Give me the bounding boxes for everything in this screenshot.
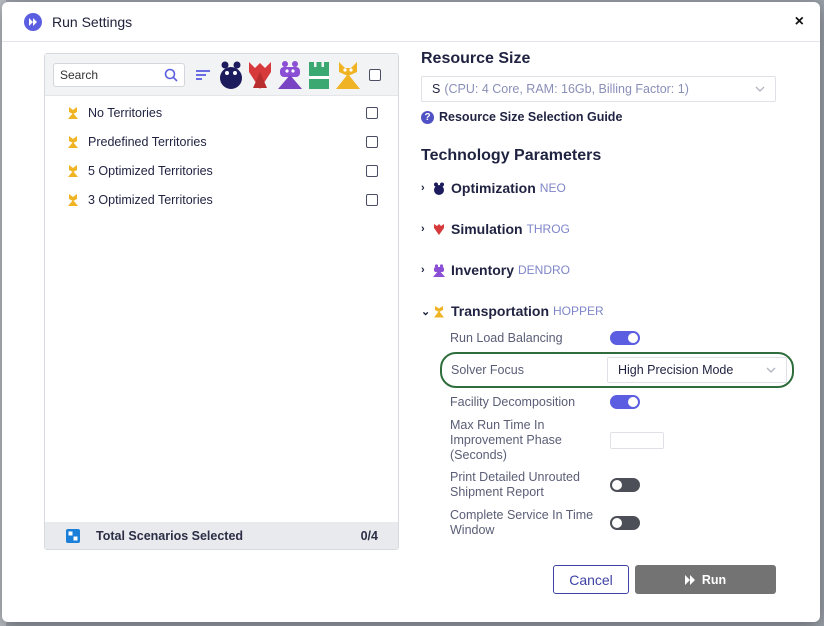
search-box[interactable]	[53, 62, 185, 87]
scenario-checkbox[interactable]	[366, 164, 378, 177]
scenario-toolbar	[45, 54, 398, 96]
print-unrouted-toggle[interactable]	[610, 478, 640, 492]
resource-guide-label: Resource Size Selection Guide	[439, 110, 623, 124]
run-load-balancing-toggle[interactable]	[610, 331, 640, 345]
toggle-knob	[612, 480, 622, 490]
neo-icon	[434, 182, 444, 195]
resource-guide-link[interactable]: ? Resource Size Selection Guide	[421, 110, 776, 124]
scenario-checkbox[interactable]	[366, 135, 378, 148]
scenario-label: No Territories	[88, 105, 163, 120]
search-input[interactable]	[60, 67, 160, 82]
setting-facility-decomposition: Facility Decomposition	[421, 392, 776, 412]
setting-label: Run Load Balancing	[450, 330, 563, 345]
scenarios-icon	[66, 528, 80, 543]
scenario-label: 3 Optimized Territories	[88, 192, 213, 207]
param-name: Optimization	[451, 180, 536, 196]
setting-label: Max Run Time In Improvement Phase (Secon…	[450, 417, 562, 462]
scenario-panel: No Territories Predefined Territories 5 …	[44, 53, 399, 550]
run-button[interactable]: Run	[635, 565, 776, 594]
param-engine: HOPPER	[553, 304, 604, 318]
param-name: Inventory	[451, 262, 515, 278]
setting-label: Print Detailed Unrouted Shipment Report	[450, 470, 580, 499]
resource-size-title: Resource Size	[421, 50, 531, 67]
setting-print-unrouted: Print Detailed Unrouted Shipment Report	[421, 469, 776, 501]
chevron-right-icon: ›	[421, 264, 425, 276]
chevron-down-icon	[766, 367, 776, 373]
chevron-down-icon	[755, 86, 765, 92]
run-label: Run	[701, 572, 727, 587]
setting-run-load-balancing: Run Load Balancing	[421, 328, 776, 348]
transportation-settings: Run Load Balancing Solver Focus High Pre…	[421, 328, 794, 538]
hopper-icon	[68, 135, 78, 148]
hopper-icon	[434, 305, 444, 317]
scenario-checkbox[interactable]	[366, 106, 378, 119]
solver-focus-row: Solver Focus High Precision Mode	[421, 352, 794, 388]
sort-icon[interactable]	[195, 68, 211, 82]
list-item[interactable]: 3 Optimized Territories	[45, 185, 398, 214]
total-scenarios-label: Total Scenarios Selected	[96, 528, 244, 543]
list-item[interactable]: Predefined Territories	[45, 127, 398, 156]
technology-parameters-title: Technology Parameters	[421, 147, 602, 164]
search-icon	[164, 68, 178, 82]
scenario-label: 5 Optimized Territories	[88, 163, 213, 178]
setting-max-run-time: Max Run Time In Improvement Phase (Secon…	[421, 417, 776, 463]
list-item[interactable]: No Territories	[45, 98, 398, 127]
throg-icon[interactable]	[247, 60, 273, 90]
setting-complete-service: Complete Service In Time Window	[421, 508, 776, 538]
dialog-titlebar: Run Settings ×	[2, 2, 820, 42]
cancel-button[interactable]: Cancel	[553, 565, 629, 594]
chevron-down-icon: ⌄	[421, 305, 431, 318]
scenario-footer: Total Scenarios Selected 0/4	[45, 522, 398, 549]
facility-decomposition-toggle[interactable]	[610, 395, 640, 409]
total-scenarios-count: 0/4	[360, 528, 378, 543]
chevron-right-icon: ›	[421, 223, 425, 235]
param-optimization[interactable]: › Optimization NEO	[421, 179, 776, 197]
scenario-list: No Territories Predefined Territories 5 …	[45, 96, 398, 214]
select-all-checkbox[interactable]	[369, 68, 381, 81]
max-run-time-input[interactable]	[610, 431, 664, 449]
setting-label: Facility Decomposition	[450, 394, 576, 409]
chevron-right-icon: ›	[421, 182, 425, 194]
app-logo-icon	[24, 12, 42, 31]
neo-icon[interactable]	[219, 60, 243, 90]
hopper-icon	[68, 106, 78, 119]
param-engine: NEO	[539, 181, 566, 195]
scenario-label: Predefined Territories	[88, 134, 207, 149]
triad-icon[interactable]	[307, 60, 331, 90]
param-simulation[interactable]: › Simulation THROG	[421, 220, 776, 238]
dendro-icon	[433, 263, 445, 277]
dendro-icon[interactable]	[277, 60, 303, 90]
toggle-knob	[628, 397, 638, 407]
solver-focus-select[interactable]: High Precision Mode	[607, 357, 787, 383]
resource-size-select[interactable]: S (CPU: 4 Core, RAM: 16Gb, Billing Facto…	[421, 76, 776, 102]
param-engine: THROG	[526, 222, 570, 236]
run-icon	[684, 574, 695, 585]
setting-label: Solver Focus	[451, 362, 524, 377]
resource-size-detail: (CPU: 4 Core, RAM: 16Gb, Billing Factor:…	[444, 82, 689, 96]
setting-label: Complete Service In Time Window	[450, 508, 594, 537]
resource-size-value: S	[432, 82, 441, 96]
solver-focus-highlight: Solver Focus High Precision Mode	[440, 352, 794, 388]
complete-service-toggle[interactable]	[610, 516, 640, 530]
toggle-knob	[612, 518, 622, 528]
dialog-title: Run Settings	[52, 13, 133, 30]
throg-icon	[434, 223, 444, 235]
param-name: Simulation	[451, 221, 523, 237]
hopper-icon	[68, 164, 78, 177]
scenario-checkbox[interactable]	[366, 193, 378, 206]
hopper-icon	[68, 193, 78, 206]
hopper-icon[interactable]	[335, 60, 361, 90]
param-name: Transportation	[451, 303, 550, 319]
list-item[interactable]: 5 Optimized Territories	[45, 156, 398, 185]
solver-focus-value: High Precision Mode	[618, 363, 734, 377]
help-icon: ?	[421, 110, 434, 124]
param-transportation[interactable]: ⌄ Transportation HOPPER	[421, 302, 776, 320]
close-button[interactable]: ×	[795, 13, 804, 31]
toggle-knob	[628, 333, 638, 343]
engine-filter-icons	[219, 60, 361, 90]
param-inventory[interactable]: › Inventory DENDRO	[421, 261, 776, 279]
settings-panel: Resource Size S (CPU: 4 Core, RAM: 16Gb,…	[421, 50, 794, 538]
param-engine: DENDRO	[518, 263, 571, 277]
